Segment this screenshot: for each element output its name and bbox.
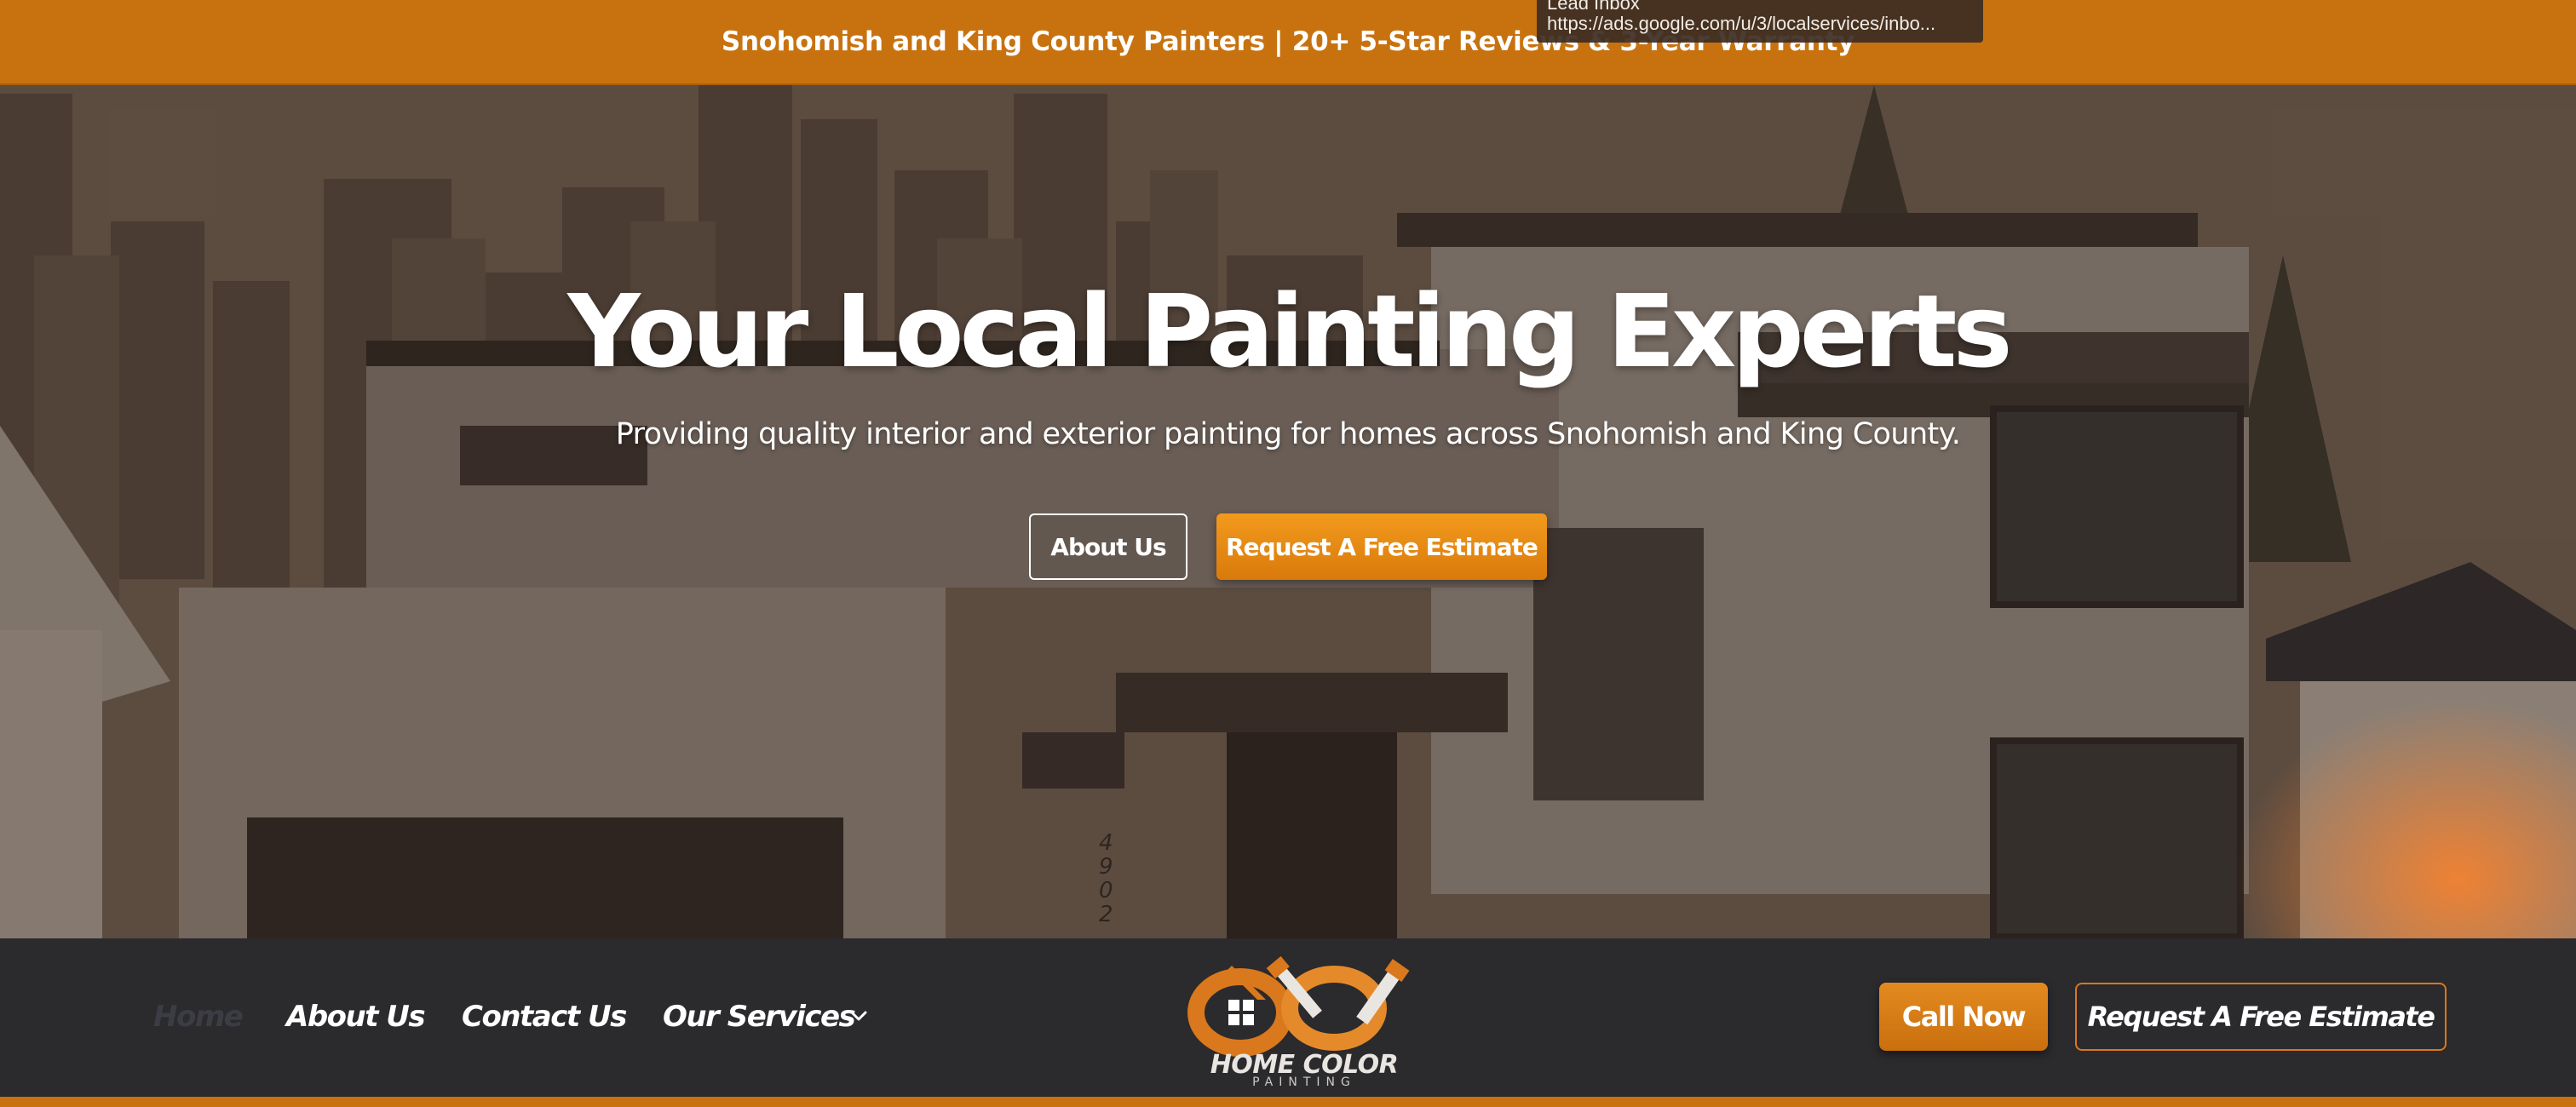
logo-subtitle: PAINTING — [1252, 1075, 1356, 1089]
navbar-bottom-accent — [0, 1097, 2576, 1107]
announcement-bar: Snohomish and King County Painters | 20+… — [0, 0, 2576, 85]
nav-item-our-services[interactable]: Our Services — [663, 998, 856, 1035]
call-now-button[interactable]: Call Now — [1879, 983, 2048, 1051]
chevron-down-icon[interactable] — [848, 1006, 869, 1026]
hero-subheadline: Providing quality interior and exterior … — [615, 417, 1961, 451]
nav-item-contact-us[interactable]: Contact Us — [462, 998, 627, 1035]
nav-item-about-us[interactable]: About Us — [286, 998, 426, 1035]
tooltip-title: Lead Inbox — [1547, 0, 1640, 14]
nav-request-estimate-button[interactable]: Request A Free Estimate — [2075, 983, 2447, 1051]
hero-headline: Your Local Painting Experts — [567, 272, 2012, 390]
hero-tint-overlay — [0, 85, 2576, 938]
link-tooltip: Lead Inbox https://ads.google.com/u/3/lo… — [1537, 0, 1983, 43]
hero-section: 4 9 0 2 — [0, 85, 2576, 938]
nav-item-home[interactable]: Home — [153, 998, 244, 1035]
tooltip-url: https://ads.google.com/u/3/localservices… — [1547, 14, 1936, 34]
hero-request-estimate-button[interactable]: Request A Free Estimate — [1216, 513, 1547, 580]
hero-about-us-button[interactable]: About Us — [1029, 513, 1187, 580]
hero-orange-glow — [2235, 700, 2576, 938]
